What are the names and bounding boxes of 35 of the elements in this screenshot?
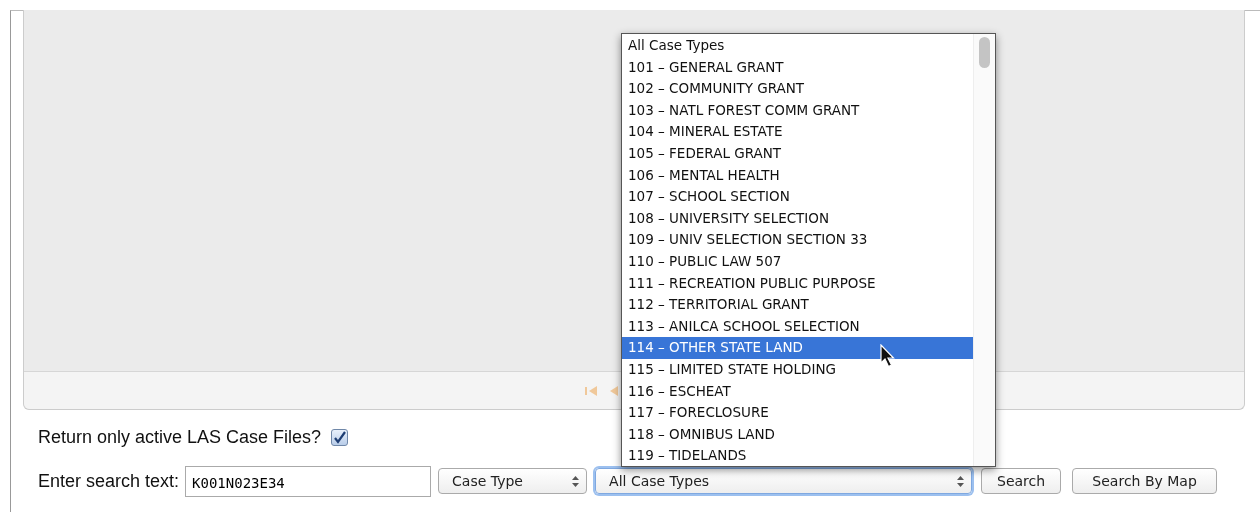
dropdown-option[interactable]: 117 – FORECLOSURE — [622, 402, 973, 424]
stepper-arrows-icon — [957, 475, 965, 487]
previous-page-icon[interactable] — [610, 385, 618, 396]
dropdown-option[interactable]: 105 – FEDERAL GRANT — [622, 142, 973, 165]
case-type-select[interactable]: All Case Types — [595, 468, 973, 494]
search-text-field[interactable]: K001N023E34 — [185, 465, 432, 497]
dropdown-option[interactable]: 106 – MENTAL HEALTH — [622, 164, 973, 187]
dropdown-option[interactable]: 111 – RECREATION PUBLIC PURPOSE — [622, 272, 973, 295]
dropdown-option[interactable]: 107 – SCHOOL SECTION — [622, 186, 973, 208]
dropdown-option[interactable]: 108 – UNIVERSITY SELECTION — [622, 207, 973, 230]
stepper-arrows-icon — [572, 475, 580, 487]
dropdown-option[interactable]: 118 – OMNIBUS LAND — [622, 423, 973, 446]
dropdown-option[interactable]: 109 – UNIV SELECTION SECTION 33 — [622, 229, 973, 251]
active-only-checkbox[interactable] — [331, 428, 349, 446]
search-button[interactable]: Search — [981, 468, 1062, 494]
mouse-cursor-icon — [880, 344, 896, 368]
first-page-icon[interactable] — [585, 385, 598, 396]
scrollbar-thumb[interactable] — [979, 37, 990, 68]
dropdown-option[interactable]: 119 – TIDELANDS — [622, 445, 973, 466]
active-only-label: Return only active LAS Case Files? — [38, 426, 322, 448]
dropdown-option[interactable]: 101 – GENERAL GRANT — [622, 56, 973, 79]
dropdown-option[interactable]: 104 – MINERAL ESTATE — [622, 121, 973, 143]
dropdown-option[interactable]: 114 – OTHER STATE LAND — [622, 337, 973, 359]
dropdown-option[interactable]: 113 – ANILCA SCHOOL SELECTION — [622, 315, 973, 338]
dropdown-option[interactable]: 102 – COMMUNITY GRANT — [622, 78, 973, 100]
scrollbar[interactable] — [973, 34, 995, 466]
dropdown-option[interactable]: All Case Types — [622, 35, 973, 57]
dropdown-option[interactable]: 115 – LIMITED STATE HOLDING — [622, 358, 973, 381]
search-by-map-button[interactable]: Search By Map — [1072, 468, 1218, 494]
search-text-label: Enter search text: — [38, 470, 180, 492]
dropdown-option[interactable]: 112 – TERRITORIAL GRANT — [622, 294, 973, 316]
dropdown-option[interactable]: 103 – NATL FOREST COMM GRANT — [622, 99, 973, 122]
dropdown-option[interactable]: 110 – PUBLIC LAW 507 — [622, 250, 973, 273]
dropdown-option[interactable]: 116 – ESCHEAT — [622, 380, 973, 403]
field-select[interactable]: Case Type — [438, 468, 588, 494]
